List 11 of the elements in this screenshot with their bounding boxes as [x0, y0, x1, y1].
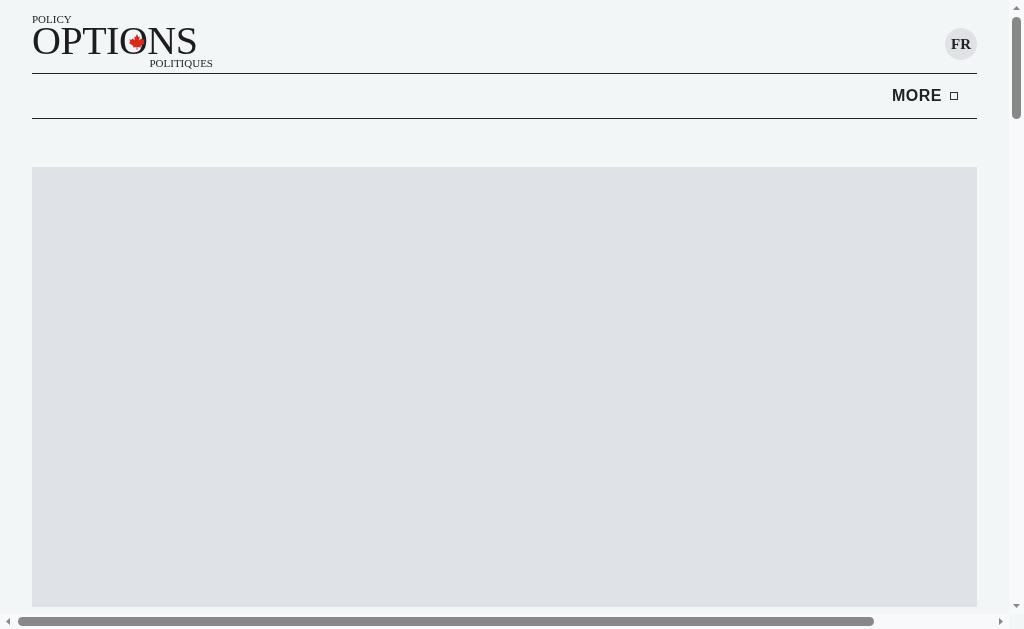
horizontal-scrollbar[interactable]	[0, 614, 1009, 629]
scroll-thumb[interactable]	[18, 617, 874, 626]
language-button[interactable]: FR	[945, 28, 977, 60]
scroll-left-icon[interactable]	[6, 618, 10, 625]
vertical-scrollbar[interactable]	[1009, 0, 1024, 614]
square-icon	[950, 92, 958, 100]
scroll-down-icon[interactable]	[1013, 604, 1020, 608]
more-button[interactable]: MORE	[892, 87, 977, 105]
scroll-right-icon[interactable]	[999, 618, 1003, 625]
scroll-up-icon[interactable]	[1013, 6, 1020, 10]
scroll-thumb[interactable]	[1012, 17, 1021, 119]
